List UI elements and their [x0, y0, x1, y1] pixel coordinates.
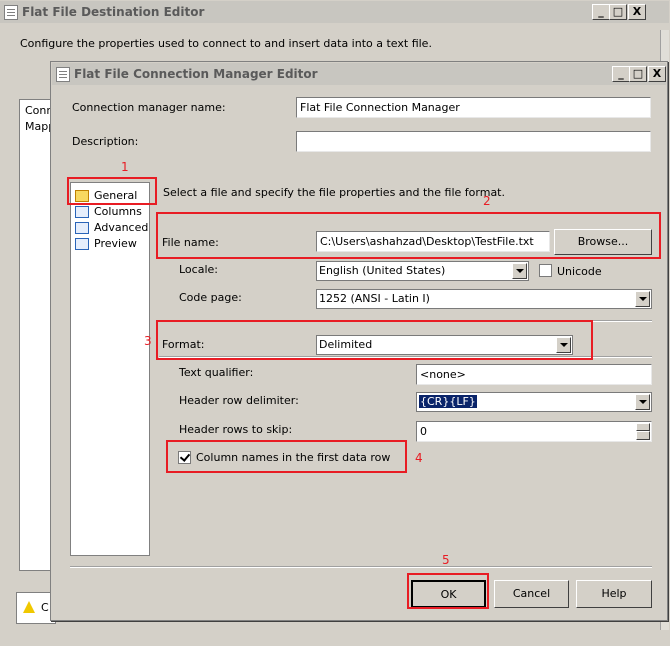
bottom-separator: [70, 566, 652, 568]
code-page-label: Code page:: [179, 291, 242, 304]
columns-page-icon: [75, 206, 89, 218]
header-rows-to-skip-label: Header rows to skip:: [179, 423, 293, 436]
nav-item-advanced[interactable]: Advanced: [75, 220, 148, 236]
annotation-number: 4: [415, 451, 423, 465]
chevron-down-icon[interactable]: [635, 291, 650, 307]
outer-titlebar: Flat File Destination Editor _ □ X: [0, 1, 669, 23]
dialog-titlebar: Flat File Connection Manager Editor _ □ …: [52, 63, 666, 85]
nav-item-columns[interactable]: Columns: [75, 204, 142, 220]
header-row-delimiter-value: {CR}{LF}: [419, 395, 477, 408]
advanced-page-icon: [75, 222, 89, 234]
text-qualifier-label: Text qualifier:: [179, 366, 254, 379]
nav-item-preview-label: Preview: [94, 237, 137, 250]
header-row-delimiter-select[interactable]: {CR}{LF}: [416, 392, 652, 412]
maximize-icon[interactable]: □: [609, 4, 627, 20]
warning-icon: [23, 601, 35, 613]
dialog-minimize-icon[interactable]: _: [612, 66, 630, 82]
close-icon[interactable]: X: [628, 4, 646, 20]
page-nav-list: General Columns Advanced Preview: [70, 182, 150, 556]
locale-select[interactable]: English (United States): [316, 261, 529, 281]
text-qualifier-input[interactable]: <none>: [416, 364, 652, 385]
unicode-checkbox[interactable]: [539, 264, 552, 277]
annotation-box-filename: [156, 212, 661, 259]
connection-name-input[interactable]: Flat File Connection Manager: [296, 97, 651, 118]
annotation-box-general: [67, 177, 157, 205]
app-icon: [4, 5, 18, 20]
warning-text: C: [41, 601, 49, 614]
header-rows-to-skip-value: 0: [420, 425, 427, 438]
outer-title: Flat File Destination Editor: [22, 5, 205, 19]
outer-description: Configure the properties used to connect…: [20, 37, 432, 50]
description-label: Description:: [72, 135, 139, 148]
annotation-number: 3: [144, 334, 152, 348]
annotation-box-column-names: [166, 440, 407, 473]
dialog-maximize-icon[interactable]: □: [629, 66, 647, 82]
header-row-delimiter-label: Header row delimiter:: [179, 394, 299, 407]
locale-value: English (United States): [319, 264, 446, 277]
stepper-down-icon[interactable]: [636, 431, 650, 440]
annotation-number: 1: [121, 160, 129, 174]
connection-name-label: Connection manager name:: [72, 101, 226, 114]
minimize-icon[interactable]: _: [592, 4, 610, 20]
annotation-box-format: [156, 320, 593, 360]
dialog-close-icon[interactable]: X: [648, 66, 666, 82]
outer-nav-list[interactable]: Conn Mapp: [19, 99, 55, 571]
stepper-up-icon[interactable]: [636, 423, 650, 431]
instructions-text: Select a file and specify the file prope…: [163, 186, 505, 199]
locale-label: Locale:: [179, 263, 218, 276]
annotation-number: 2: [483, 194, 491, 208]
unicode-label: Unicode: [557, 265, 602, 278]
chevron-down-icon[interactable]: [635, 394, 650, 410]
dialog-app-icon: [56, 67, 70, 82]
chevron-down-icon[interactable]: [512, 263, 527, 279]
dialog-title: Flat File Connection Manager Editor: [74, 67, 318, 81]
description-input[interactable]: [296, 131, 651, 152]
nav-item-columns-label: Columns: [94, 205, 142, 218]
code-page-value: 1252 (ANSI - Latin I): [319, 292, 430, 305]
annotation-number: 5: [442, 553, 450, 567]
cancel-button[interactable]: Cancel: [494, 580, 569, 608]
nav-item-preview[interactable]: Preview: [75, 236, 137, 252]
help-button[interactable]: Help: [576, 580, 652, 608]
header-rows-to-skip-stepper[interactable]: 0: [416, 421, 652, 442]
annotation-box-ok: [407, 573, 489, 609]
nav-item-advanced-label: Advanced: [94, 221, 149, 234]
code-page-select[interactable]: 1252 (ANSI - Latin I): [316, 289, 652, 309]
preview-page-icon: [75, 238, 89, 250]
